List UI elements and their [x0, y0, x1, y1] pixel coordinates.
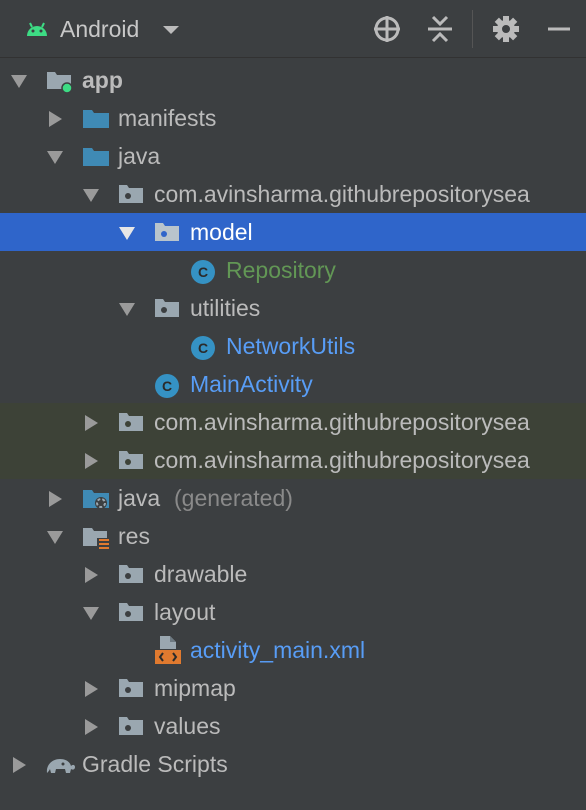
android-icon [27, 22, 47, 36]
resources-folder-icon [83, 528, 109, 550]
generated-folder-icon [83, 490, 109, 509]
tree-label-package-android-test: com.avinsharma.githubrepositorysea [154, 409, 530, 435]
tree-node-utilities[interactable]: utilities [0, 289, 586, 327]
module-folder-icon [47, 72, 73, 93]
tree-node-app[interactable]: app [0, 61, 586, 99]
tree-node-model[interactable]: model [0, 213, 586, 251]
expand-arrow-closed-icon[interactable] [82, 414, 100, 432]
expand-arrow-open-icon[interactable] [82, 604, 100, 622]
tree-label-layout: layout [154, 599, 216, 625]
tree-label-res: res [118, 523, 150, 549]
tree-label-package-unit-test: com.avinsharma.githubrepositorysea [154, 447, 530, 473]
expand-arrow-closed-icon[interactable] [10, 756, 28, 774]
tree-node-java[interactable]: java [0, 137, 586, 175]
xml-file-icon [155, 636, 181, 664]
class-icon: C [191, 260, 215, 284]
package-icon [119, 717, 143, 735]
tree-node-package-android-test[interactable]: com.avinsharma.githubrepositorysea [0, 403, 586, 441]
view-selector-label[interactable]: Android [60, 16, 139, 43]
tree-label-repository: Repository [226, 257, 336, 283]
locate-icon[interactable] [372, 14, 402, 44]
expand-arrow-open-icon[interactable] [46, 148, 64, 166]
package-icon [119, 565, 143, 583]
tree-node-package-main[interactable]: com.avinsharma.githubrepositorysea [0, 175, 586, 213]
tree-label-drawable: drawable [154, 561, 248, 587]
tree-node-java-generated[interactable]: java (generated) [0, 479, 586, 517]
package-icon [155, 223, 179, 241]
gradle-elephant-icon [46, 759, 75, 773]
tree-node-layout[interactable]: layout [0, 593, 586, 631]
svg-text:C: C [162, 378, 172, 394]
tree-label-gradle-scripts: Gradle Scripts [82, 751, 228, 777]
tree-label-values: values [154, 713, 221, 739]
project-toolbar: Android [0, 0, 586, 58]
chevron-down-icon[interactable] [162, 24, 180, 36]
tree-label-generated-suffix: (generated) [174, 485, 293, 511]
tree-label-mipmap: mipmap [154, 675, 236, 701]
expand-arrow-closed-icon[interactable] [82, 452, 100, 470]
tree-node-drawable[interactable]: drawable [0, 555, 586, 593]
package-icon [155, 299, 179, 317]
package-icon [119, 185, 143, 203]
collapse-all-icon[interactable] [425, 14, 455, 44]
svg-text:C: C [198, 264, 208, 280]
tree-label-network-utils: NetworkUtils [226, 333, 356, 359]
tree-node-manifests[interactable]: manifests [0, 99, 586, 137]
expand-arrow-open-icon[interactable] [46, 528, 64, 546]
svg-text:C: C [198, 340, 208, 356]
tree-label-app: app [82, 67, 123, 93]
package-icon [119, 603, 143, 621]
tree-node-res[interactable]: res [0, 517, 586, 555]
toolbar-separator [472, 10, 473, 48]
tree-label-activity-main-xml: activity_main.xml [190, 637, 366, 663]
package-icon [119, 679, 143, 697]
expand-arrow-open-icon[interactable] [82, 186, 100, 204]
tree-label-manifests: manifests [118, 105, 217, 131]
tree-label-model: model [190, 219, 253, 245]
expand-arrow-open-icon[interactable] [118, 224, 136, 242]
expand-arrow-closed-icon[interactable] [82, 718, 100, 736]
class-icon: C [191, 336, 215, 360]
tree-node-package-unit-test[interactable]: com.avinsharma.githubrepositorysea [0, 441, 586, 479]
tree-label-java: java [118, 143, 161, 169]
tree-node-main-activity[interactable]: C MainActivity [0, 365, 586, 403]
source-folder-icon [83, 148, 109, 166]
expand-arrow-open-icon[interactable] [10, 72, 28, 90]
gear-icon[interactable] [491, 14, 521, 44]
package-icon [119, 413, 143, 431]
expand-arrow-closed-icon[interactable] [46, 490, 64, 508]
expand-arrow-open-icon[interactable] [118, 300, 136, 318]
tree-node-network-utils[interactable]: C NetworkUtils [0, 327, 586, 365]
expand-arrow-closed-icon[interactable] [82, 680, 100, 698]
tree-label-main-activity: MainActivity [190, 371, 313, 397]
tree-node-activity-main-xml[interactable]: activity_main.xml [0, 631, 586, 669]
tree-label-utilities: utilities [190, 295, 261, 321]
tree-node-mipmap[interactable]: mipmap [0, 669, 586, 707]
tree-label-java-generated: java [118, 485, 161, 511]
tree-node-gradle-scripts[interactable]: Gradle Scripts [0, 745, 586, 783]
expand-arrow-closed-icon[interactable] [82, 566, 100, 584]
folder-icon [83, 110, 109, 128]
class-icon: C [155, 374, 179, 398]
tree-node-repository[interactable]: C Repository [0, 251, 586, 289]
tree-node-values[interactable]: values [0, 707, 586, 745]
package-icon [119, 451, 143, 469]
minimize-icon[interactable] [544, 14, 574, 44]
tree-label-package-main: com.avinsharma.githubrepositorysea [154, 181, 530, 207]
expand-arrow-closed-icon[interactable] [46, 110, 64, 128]
